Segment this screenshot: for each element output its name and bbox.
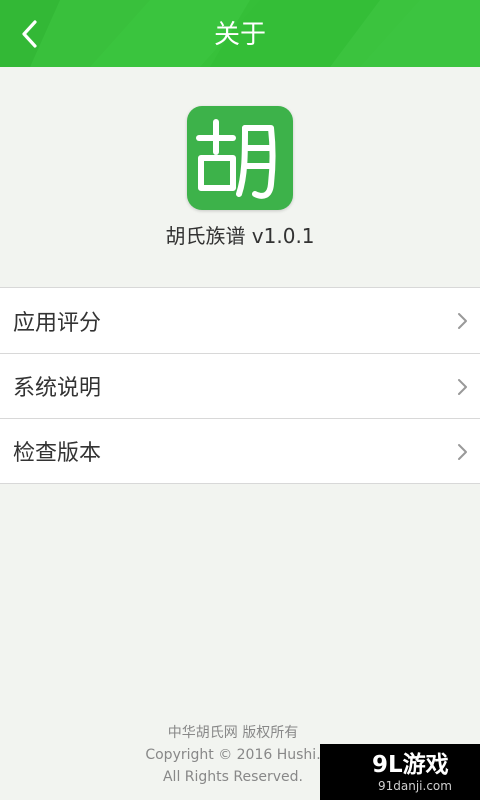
app-logo bbox=[187, 106, 293, 210]
title-bar: 关于 bbox=[0, 0, 480, 67]
watermark-url: 91danji.com bbox=[378, 779, 452, 793]
menu-item-system-info[interactable]: 系统说明 bbox=[0, 353, 480, 418]
chevron-right-icon bbox=[458, 444, 467, 460]
copyright-line-1: 中华胡氏网 版权所有 bbox=[167, 725, 299, 741]
menu-item-label: 系统说明 bbox=[13, 376, 102, 401]
menu-item-label: 检查版本 bbox=[13, 441, 102, 466]
chevron-right-icon bbox=[458, 379, 467, 395]
watermark-logo-text: 9L游戏 bbox=[372, 752, 449, 778]
menu-item-check-version[interactable]: 检查版本 bbox=[0, 418, 480, 483]
app-logo-glyph bbox=[196, 119, 276, 199]
chevron-right-icon bbox=[458, 313, 467, 329]
menu-item-rate-app[interactable]: 应用评分 bbox=[0, 288, 480, 353]
app-name-version: 胡氏族谱 v1.0.1 bbox=[165, 224, 315, 248]
about-screen: 关于 胡氏族谱 v1.0.1 应用评分 系统说明 检查版本 中华胡氏网 版权所有… bbox=[0, 0, 480, 800]
about-menu-list: 应用评分 系统说明 检查版本 bbox=[0, 287, 480, 484]
menu-item-label: 应用评分 bbox=[13, 310, 102, 336]
site-watermark: 9L游戏 91danji.com bbox=[320, 744, 480, 800]
page-title: 关于 bbox=[213, 20, 266, 50]
